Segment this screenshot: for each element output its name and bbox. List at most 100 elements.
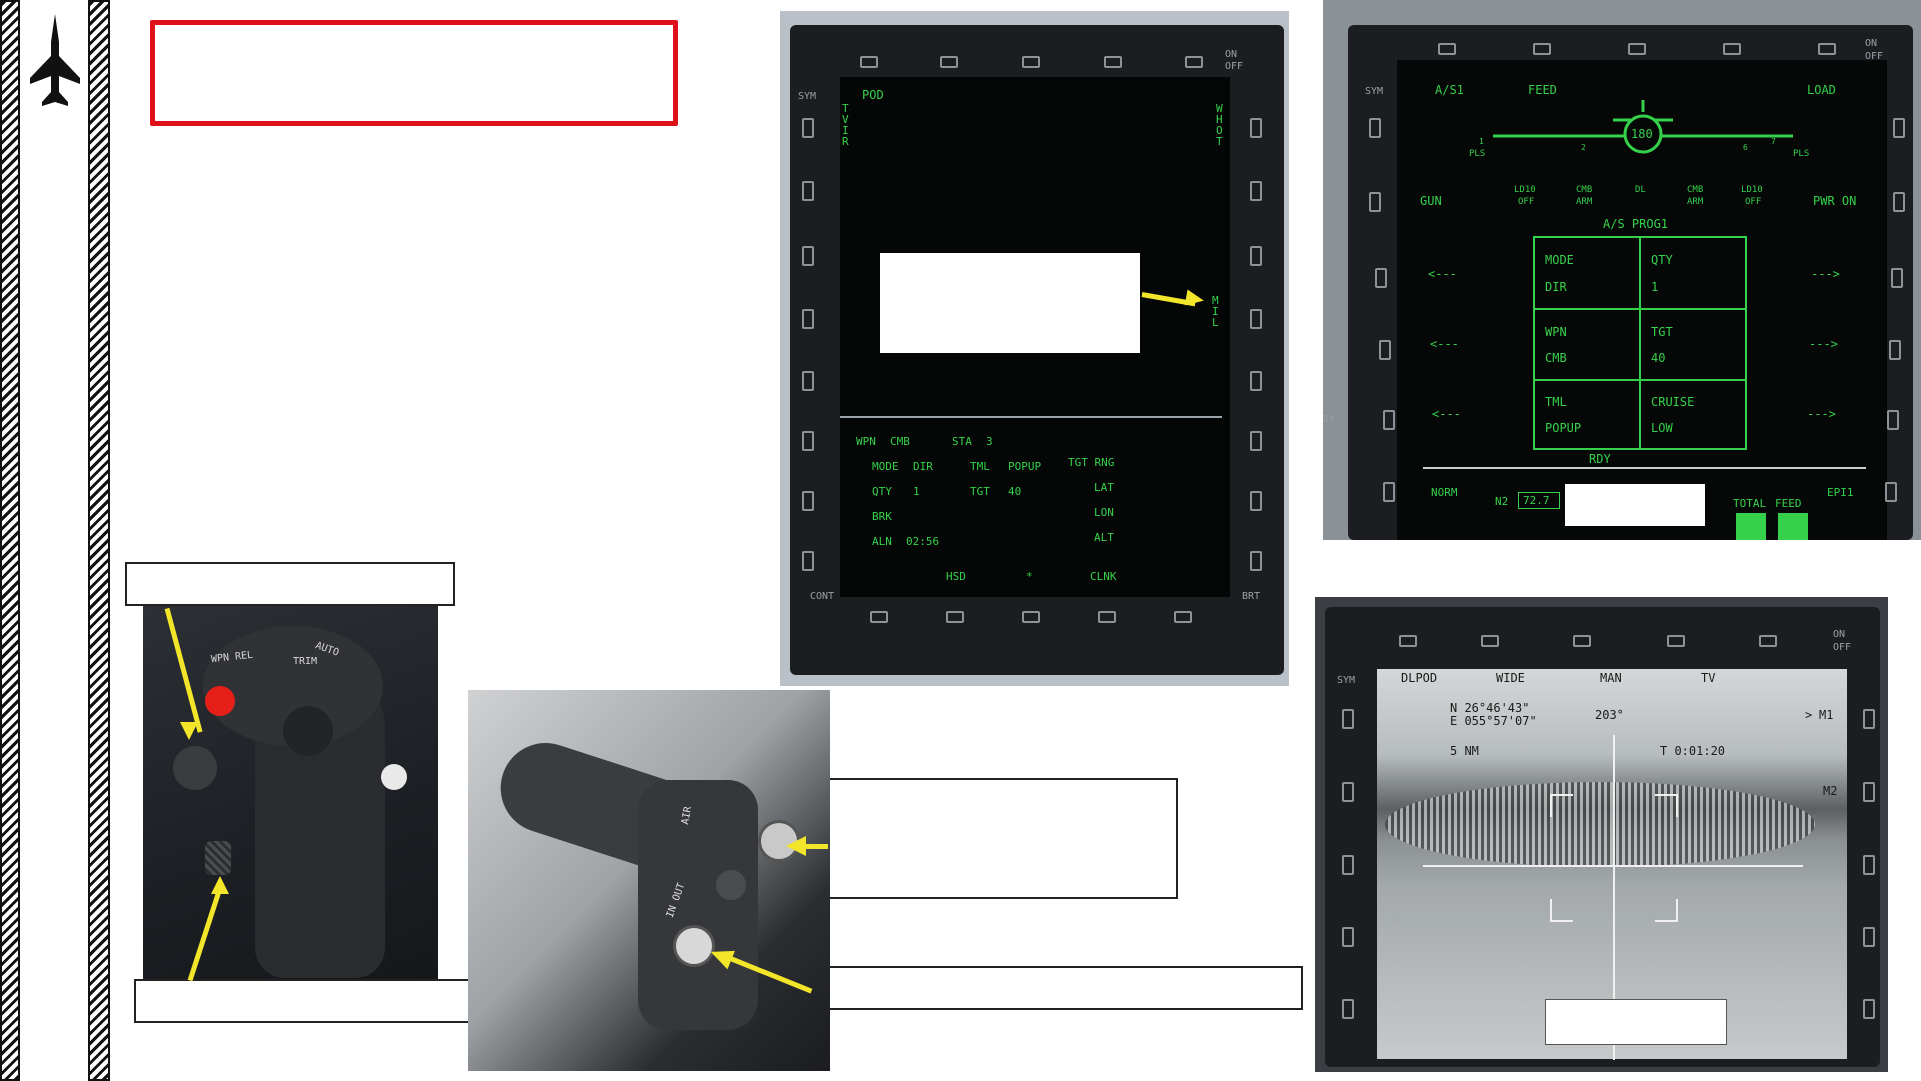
station-3-name[interactable]: CMB <box>1576 186 1592 195</box>
osb-bottom-4[interactable] <box>1098 611 1116 623</box>
norm-label[interactable]: NORM <box>1431 487 1458 498</box>
trim-hat[interactable] <box>283 706 333 756</box>
right-arrow-icon[interactable]: ---> <box>1809 338 1838 350</box>
osb-top-1[interactable] <box>860 56 878 68</box>
osb-right-5[interactable] <box>1250 371 1262 391</box>
osb-left-6[interactable] <box>1383 482 1395 502</box>
osb-left-6[interactable] <box>802 431 814 451</box>
osb-right-5[interactable] <box>1887 410 1899 430</box>
osb-right-1[interactable] <box>1863 709 1875 729</box>
title-box <box>150 20 678 126</box>
osb-left-7[interactable] <box>802 491 814 511</box>
osb-left-3[interactable] <box>802 246 814 266</box>
load-label[interactable]: LOAD <box>1807 84 1836 96</box>
osb-left-5[interactable] <box>802 371 814 391</box>
osb-right-2[interactable] <box>1863 782 1875 802</box>
osb-top-3[interactable] <box>1628 43 1646 55</box>
gun-label[interactable]: GUN <box>1420 195 1442 207</box>
station-7-name[interactable]: PLS <box>1793 150 1809 159</box>
cruise-label: CRUISE <box>1651 395 1695 409</box>
osb-bottom-2[interactable] <box>946 611 964 623</box>
left-arrow-icon[interactable]: <--- <box>1428 268 1457 280</box>
osb-left-2[interactable] <box>1369 192 1381 212</box>
osb-right-4[interactable] <box>1863 927 1875 947</box>
left-arrow-icon[interactable]: <--- <box>1432 408 1461 420</box>
total-fuel-bar <box>1736 513 1766 540</box>
osb-top-3[interactable] <box>1022 56 1040 68</box>
osb-left-4[interactable] <box>1379 340 1391 360</box>
osb-top-4[interactable] <box>1667 635 1685 647</box>
pod-label[interactable]: POD <box>862 89 884 101</box>
epi1-label[interactable]: EPI1 <box>1827 487 1854 498</box>
osb-left-2[interactable] <box>802 181 814 201</box>
osb-right-8[interactable] <box>1250 551 1262 571</box>
pwr-on-label[interactable]: PWR ON <box>1813 195 1856 207</box>
osb-right-4[interactable] <box>1889 340 1901 360</box>
osb-right-3[interactable] <box>1863 855 1875 875</box>
whot-vertical[interactable]: WHOT <box>1216 103 1226 147</box>
osb-left-8[interactable] <box>802 551 814 571</box>
osb-left-3[interactable] <box>1342 855 1354 875</box>
osb-top-2[interactable] <box>1533 43 1551 55</box>
osb-top-5[interactable] <box>1185 56 1203 68</box>
tv-label[interactable]: TV <box>1701 672 1715 684</box>
osb-bottom-5[interactable] <box>1174 611 1192 623</box>
osb-top-5[interactable] <box>1818 43 1836 55</box>
osb-right-6[interactable] <box>1250 431 1262 451</box>
osb-top-5[interactable] <box>1759 635 1777 647</box>
weapon-release-button[interactable] <box>205 686 235 716</box>
osb-right-7[interactable] <box>1250 491 1262 511</box>
osb-right-3[interactable] <box>1891 268 1903 288</box>
osb-left-1[interactable] <box>1342 709 1354 729</box>
osb-top-4[interactable] <box>1723 43 1741 55</box>
right-arrow-icon[interactable]: ---> <box>1807 408 1836 420</box>
osb-left-1[interactable] <box>802 118 814 138</box>
osb-right-5[interactable] <box>1863 999 1875 1019</box>
trigger-switch[interactable] <box>205 841 231 875</box>
clnk-label[interactable]: CLNK <box>1090 571 1117 582</box>
station-4-name[interactable]: DL <box>1635 186 1646 195</box>
osb-bottom-1[interactable] <box>870 611 888 623</box>
osb-left-5[interactable] <box>1342 999 1354 1019</box>
osb-right-3[interactable] <box>1250 246 1262 266</box>
left-arrow-icon[interactable]: <--- <box>1430 338 1459 350</box>
osb-right-2[interactable] <box>1250 181 1262 201</box>
tvir-vertical[interactable]: TVIR <box>842 103 852 147</box>
osb-left-4[interactable] <box>802 309 814 329</box>
wide-label[interactable]: WIDE <box>1496 672 1525 684</box>
station-1-name[interactable]: PLS <box>1469 150 1485 159</box>
side-knob[interactable] <box>381 764 407 790</box>
osb-right-2[interactable] <box>1893 192 1905 212</box>
osb-top-2[interactable] <box>940 56 958 68</box>
station-6-name[interactable]: LD10 <box>1741 186 1763 195</box>
dlpod-label[interactable]: DLPOD <box>1401 672 1437 684</box>
station-2-name[interactable]: LD10 <box>1514 186 1536 195</box>
man-label[interactable]: MAN <box>1600 672 1622 684</box>
osb-top-1[interactable] <box>1399 635 1417 647</box>
osb-right-1[interactable] <box>1250 118 1262 138</box>
osb-right-6[interactable] <box>1885 482 1897 502</box>
total-label: TOTAL <box>1733 497 1767 510</box>
osb-right-1[interactable] <box>1893 118 1905 138</box>
range-knob[interactable] <box>716 870 746 900</box>
as1-label[interactable]: A/S1 <box>1435 84 1464 96</box>
hsd-label[interactable]: HSD <box>946 571 966 582</box>
osb-top-4[interactable] <box>1104 56 1122 68</box>
osb-bottom-3[interactable] <box>1022 611 1040 623</box>
osb-left-4[interactable] <box>1342 927 1354 947</box>
right-arrow-icon[interactable]: ---> <box>1811 268 1840 280</box>
star-label[interactable]: * <box>1026 571 1033 582</box>
osb-left-2[interactable] <box>1342 782 1354 802</box>
mil-vertical[interactable]: MIL <box>1212 295 1222 328</box>
osb-left-3[interactable] <box>1375 268 1387 288</box>
osb-left-5[interactable] <box>1383 410 1395 430</box>
station-5-name[interactable]: CMB <box>1687 186 1703 195</box>
feed-label[interactable]: FEED <box>1528 84 1557 96</box>
osb-left-1[interactable] <box>1369 118 1381 138</box>
osb-right-4[interactable] <box>1250 309 1262 329</box>
osb-top-3[interactable] <box>1573 635 1591 647</box>
osb-top-1[interactable] <box>1438 43 1456 55</box>
station-number: 2 <box>1581 143 1586 152</box>
hat-switch[interactable] <box>173 746 217 790</box>
osb-top-2[interactable] <box>1481 635 1499 647</box>
